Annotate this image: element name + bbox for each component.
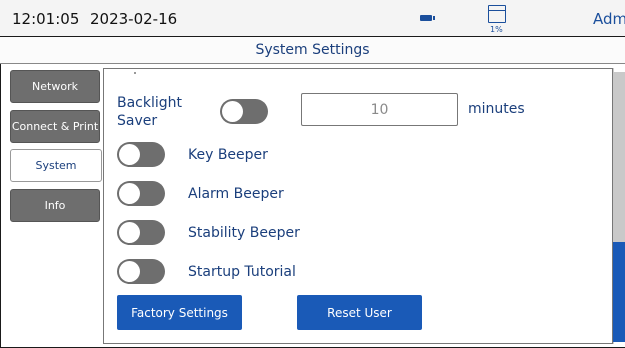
storage-percent: 1% [490,25,503,34]
scrollbar-track-upper[interactable] [613,72,625,242]
scroll-hint-dot [134,72,136,74]
user-name[interactable]: Admin [593,10,625,28]
key-beeper-label: Key Beeper [188,147,268,163]
tab-info[interactable]: Info [10,189,100,222]
alarm-beeper-toggle[interactable] [117,181,165,206]
scrollbar-thumb[interactable] [613,242,625,342]
backlight-saver-label-line2: Saver [117,113,158,129]
stability-beeper-toggle[interactable] [117,220,165,245]
toggle-knob [119,222,140,243]
toggle-knob [222,101,243,122]
battery-icon [420,15,435,21]
tab-system[interactable]: System [10,149,102,182]
title-bar: System Settings [0,37,625,64]
clock-time: 12:01:05 [12,10,80,28]
page-title: System Settings [255,42,370,58]
startup-tutorial-toggle[interactable] [117,259,165,284]
backlight-saver-toggle[interactable] [220,99,268,124]
status-bar: 12:01:05 2023-02-16 1% Admin [0,0,625,37]
storage-indicator: 1% [488,3,508,34]
factory-settings-button[interactable]: Factory Settings [117,295,242,330]
tab-connect-print[interactable]: Connect & Print [10,110,100,143]
tab-network[interactable]: Network [10,70,100,103]
backlight-minutes-unit: minutes [468,101,525,117]
key-beeper-toggle[interactable] [117,142,165,167]
stability-beeper-label: Stability Beeper [188,225,300,241]
toggle-knob [119,144,140,165]
startup-tutorial-label: Startup Tutorial [188,264,296,280]
reset-user-button[interactable]: Reset User [297,295,422,330]
backlight-minutes-input[interactable]: 10 [301,93,458,126]
backlight-saver-label-line1: Backlight [117,95,183,111]
toggle-knob [119,261,140,282]
clock-date: 2023-02-16 [90,10,178,28]
storage-icon [488,5,506,23]
alarm-beeper-label: Alarm Beeper [188,186,284,202]
toggle-knob [119,183,140,204]
